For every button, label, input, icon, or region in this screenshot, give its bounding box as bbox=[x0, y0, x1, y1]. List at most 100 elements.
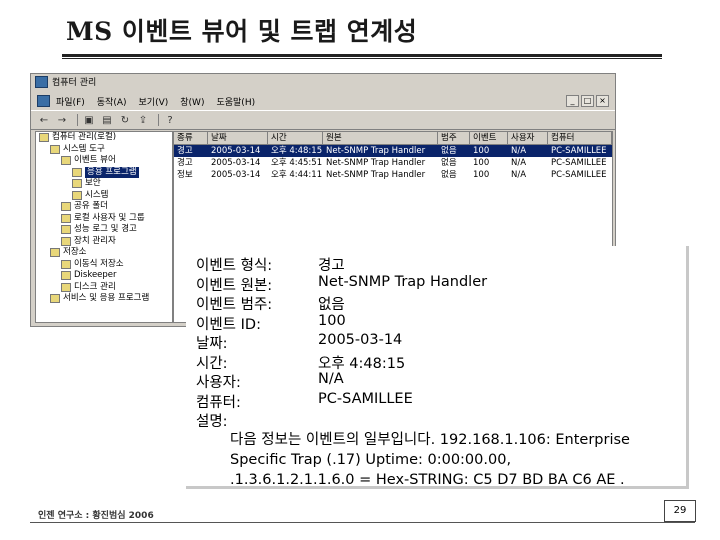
cell-user: N/A bbox=[508, 145, 548, 157]
tree-item-label: 이동식 저장소 bbox=[74, 258, 124, 269]
cell-computer: PC-SAMILLEE bbox=[551, 158, 607, 168]
cell-category: 없음 bbox=[441, 158, 457, 168]
minimize-button[interactable]: _ bbox=[566, 95, 579, 107]
tree-item-label: 컴퓨터 관리(로컬) bbox=[52, 132, 117, 142]
tree-item[interactable]: Diskeeper bbox=[36, 270, 172, 282]
folder-icon bbox=[61, 156, 71, 166]
detail-label: 이벤트 원본: bbox=[196, 277, 273, 294]
table-row[interactable]: 정보 2005-03-14 오후 4:44:11 Net-SNMP Trap Hand… bbox=[174, 169, 612, 181]
cell-time: 오후 4:45:51 bbox=[271, 158, 323, 168]
tree-item[interactable]: 공유 폴더 bbox=[36, 201, 172, 213]
tree-item[interactable]: 컴퓨터 관리(로컬) bbox=[36, 132, 172, 144]
cell-category: 없음 bbox=[441, 170, 457, 180]
detail-label: 이벤트 ID: bbox=[196, 316, 261, 333]
back-arrow-icon[interactable]: ← bbox=[37, 114, 51, 127]
cell-user: N/A bbox=[511, 158, 527, 168]
detail-row: 시간: 오후 4:48:15 bbox=[196, 352, 405, 373]
tree-item[interactable]: 장치 관리자 bbox=[36, 236, 172, 248]
cell-time: 오후 4:44:11 bbox=[271, 170, 323, 180]
console-tree[interactable]: 컴퓨터 관리(로컬) 시스템 도구 이벤트 뷰어 응용 프로그램 보안 시스템 공유 폴더 로… bbox=[35, 131, 173, 323]
tree-item-label: 디스크 관리 bbox=[74, 281, 116, 292]
cell-user: N/A bbox=[511, 170, 527, 180]
forward-arrow-icon[interactable]: → bbox=[55, 114, 69, 127]
tree-item[interactable]: 시스템 bbox=[36, 190, 172, 202]
up-folder-icon[interactable]: ▣ bbox=[82, 114, 96, 127]
column-source[interactable]: 원본 bbox=[323, 132, 438, 144]
detail-value: 2005-03-14 bbox=[318, 332, 403, 348]
toolbar: ← → ▣ ▤ ↻ ⇪ ? bbox=[31, 110, 615, 130]
detail-label: 이벤트 형식: bbox=[196, 258, 273, 274]
menu-file[interactable]: 파일(F) bbox=[56, 95, 85, 108]
folder-icon bbox=[72, 190, 82, 200]
menu-action[interactable]: 동작(A) bbox=[97, 95, 127, 108]
cell-type: 경고 bbox=[174, 145, 208, 157]
column-category[interactable]: 범주 bbox=[438, 132, 470, 144]
footer-rule bbox=[30, 522, 695, 523]
cell-source: Net-SNMP Trap Handler bbox=[326, 158, 426, 168]
toolbar-separator bbox=[158, 114, 159, 126]
tree-item[interactable]: 응용 프로그램 bbox=[36, 166, 172, 178]
cell-category: 없음 bbox=[438, 145, 470, 157]
tree-item[interactable]: 성능 로그 및 경고 bbox=[36, 224, 172, 236]
tree-item[interactable]: 디스크 관리 bbox=[36, 282, 172, 294]
detail-row: 이벤트 범주: 없음 bbox=[196, 293, 345, 314]
cell-event: 100 bbox=[473, 158, 490, 168]
tree-item-label: 시스템 bbox=[85, 189, 109, 200]
folder-icon bbox=[50, 248, 60, 258]
detail-value: 오후 4:48:15 bbox=[318, 355, 406, 372]
menu-help[interactable]: 도움말(H) bbox=[216, 95, 255, 108]
maximize-button[interactable]: □ bbox=[581, 95, 594, 107]
menu-window[interactable]: 창(W) bbox=[180, 95, 204, 108]
description-line: Specific Trap (.17) Uptime: 0:00:00.00, bbox=[230, 451, 512, 468]
window-title: 컴퓨터 관리 bbox=[52, 78, 97, 88]
tree-item[interactable]: 로컬 사용자 및 그룹 bbox=[36, 213, 172, 225]
properties-icon[interactable]: ▤ bbox=[100, 114, 114, 127]
column-date[interactable]: 날짜 bbox=[208, 132, 268, 144]
column-computer[interactable]: 컴퓨터 bbox=[548, 132, 612, 144]
tree-item[interactable]: 이동식 저장소 bbox=[36, 259, 172, 271]
refresh-icon[interactable]: ↻ bbox=[118, 114, 132, 127]
menu-view[interactable]: 보기(V) bbox=[139, 95, 169, 108]
description-line: .1.3.6.1.2.1.1.6.0 = Hex-STRING: C5 D7 B… bbox=[230, 471, 625, 488]
folder-icon bbox=[61, 271, 71, 281]
table-row[interactable]: 경고 2005-03-14 오후 4:45:51 Net-SNMP Trap Hand… bbox=[174, 157, 612, 169]
column-event[interactable]: 이벤트 bbox=[470, 132, 508, 144]
column-type[interactable]: 종류 bbox=[174, 132, 208, 144]
footer-text: 인젠 연구소 : 황진범심 2006 bbox=[38, 511, 154, 521]
detail-row: 컴퓨터: PC-SAMILLEE bbox=[196, 391, 413, 412]
detail-value: PC-SAMILLEE bbox=[318, 390, 413, 407]
tree-item[interactable]: 이벤트 뷰어 bbox=[36, 155, 172, 167]
folder-icon bbox=[72, 179, 82, 189]
event-detail-panel: 이벤트 형식: 경고 이벤트 원본: Net-SNMP Trap Handler 이벤트… bbox=[186, 246, 689, 489]
tree-item[interactable]: 서비스 및 응용 프로그램 bbox=[36, 293, 172, 305]
column-time[interactable]: 시간 bbox=[268, 132, 323, 144]
tree-item-label: 보안 bbox=[85, 178, 101, 188]
cell-source: Net-SNMP Trap Handler bbox=[323, 145, 438, 157]
window-titlebar[interactable]: 컴퓨터 관리 bbox=[31, 74, 615, 89]
window-menu-icon[interactable] bbox=[37, 95, 50, 107]
detail-row: 날짜: 2005-03-14 bbox=[196, 332, 402, 353]
tree-item[interactable]: 보안 bbox=[36, 178, 172, 190]
tree-item-label: 저장소 bbox=[63, 247, 87, 257]
event-list-rows: 경고 2005-03-14 오후 4:48:15 Net-SNMP Trap Hand… bbox=[174, 145, 612, 181]
tree-item[interactable]: 시스템 도구 bbox=[36, 144, 172, 156]
detail-row: 사용자: N/A bbox=[196, 371, 344, 392]
cell-type: 경고 bbox=[177, 158, 193, 168]
folder-icon bbox=[50, 294, 60, 304]
detail-value: 없음 bbox=[318, 297, 345, 313]
cell-time: 오후 4:48:15 bbox=[268, 145, 323, 157]
tree-item-label: 로컬 사용자 및 그룹 bbox=[74, 212, 145, 223]
table-row[interactable]: 경고 2005-03-14 오후 4:48:15 Net-SNMP Trap Hand… bbox=[174, 145, 612, 157]
detail-row: 이벤트 ID: 100 bbox=[196, 313, 346, 334]
detail-row: 설명: bbox=[196, 410, 318, 431]
detail-label: 설명: bbox=[196, 414, 228, 430]
tree-item-label: 시스템 도구 bbox=[63, 143, 105, 154]
close-button[interactable]: × bbox=[596, 95, 609, 107]
help-icon[interactable]: ? bbox=[163, 114, 177, 127]
folder-icon bbox=[61, 202, 71, 212]
column-user[interactable]: 사용자 bbox=[508, 132, 548, 144]
folder-icon bbox=[39, 133, 49, 143]
tree-item-label: 이벤트 뷰어 bbox=[74, 155, 116, 165]
tree-item[interactable]: 저장소 bbox=[36, 247, 172, 259]
export-icon[interactable]: ⇪ bbox=[136, 114, 150, 127]
